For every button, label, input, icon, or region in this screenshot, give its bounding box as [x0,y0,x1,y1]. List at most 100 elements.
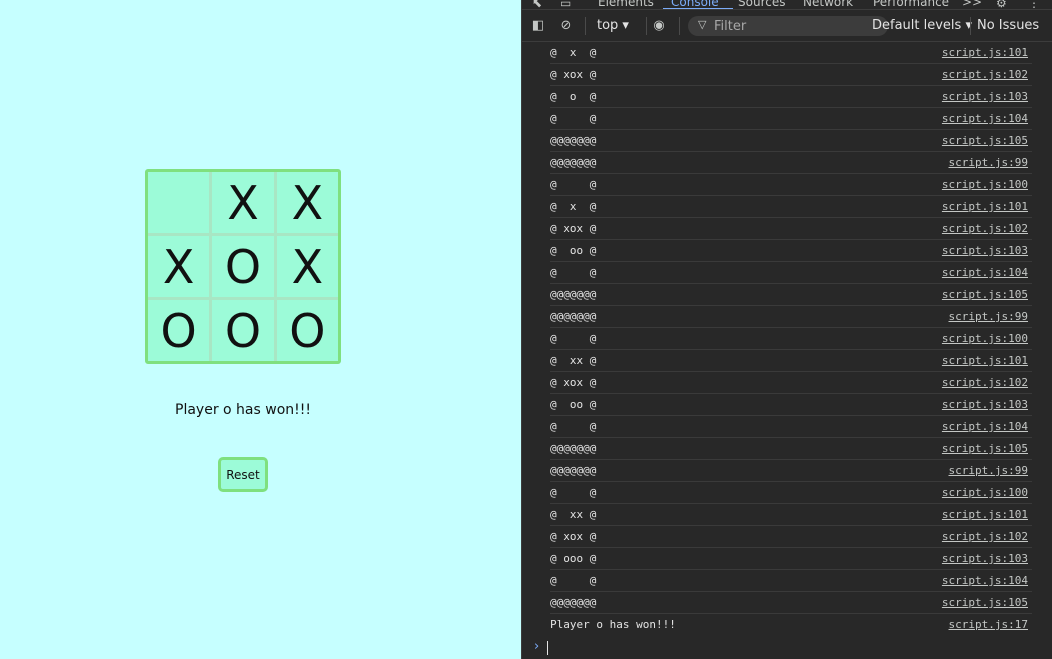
filter-input[interactable] [714,18,879,34]
console-source-link[interactable]: script.js:100 [942,178,1028,191]
board-cell[interactable] [148,172,210,233]
console-source-link[interactable]: script.js:104 [942,112,1028,125]
console-message: @ xx @ script.js:101 [550,350,1032,372]
more-tabs-button[interactable]: >> [962,0,982,9]
console-source-link[interactable]: script.js:104 [942,420,1028,433]
console-message: @@@@@@@ script.js:99 [550,460,1032,482]
console-source-link[interactable]: script.js:104 [942,266,1028,279]
game-board: X X X O X O O O [145,169,341,364]
console-source-link[interactable]: script.js:100 [942,486,1028,499]
filter-box[interactable]: ▽ [688,16,888,36]
console-output: @ x @ script.js:101 @ xox @ script.js:102 @ … [522,42,1052,659]
console-message-text: @ @ [550,574,597,587]
console-message-text: @@@@@@@ [550,596,597,609]
console-message: @@@@@@@ script.js:105 [550,284,1032,306]
board-cell[interactable]: O [276,300,338,361]
board-cell[interactable]: X [212,172,274,233]
console-message-text: @ @ [550,178,597,191]
issues-counter[interactable]: No Issues [977,18,1039,33]
console-message: @ xox @ script.js:102 [550,64,1032,86]
board-cell[interactable]: X [276,236,338,297]
device-toggle-icon[interactable]: ▭ [560,0,571,9]
console-source-link[interactable]: script.js:102 [942,68,1028,81]
console-message-text: @ oo @ [550,398,597,411]
more-options-icon[interactable]: ⋮ [1028,0,1040,9]
console-source-link[interactable]: script.js:103 [942,244,1028,257]
context-selector[interactable]: top ▾ [597,18,629,33]
console-message-text: Player o has won!!! [550,618,676,631]
live-expression-eye-icon[interactable]: ◉ [651,18,667,34]
console-message: @ @ script.js:104 [550,570,1032,592]
console-message-text: @ @ [550,420,597,433]
console-message: @ x @ script.js:101 [550,196,1032,218]
console-message: @ oo @ script.js:103 [550,394,1032,416]
tab-elements[interactable]: Elements [598,0,654,9]
console-message: @ @ script.js:100 [550,174,1032,196]
console-message-text: @ o @ [550,90,597,103]
console-message: @@@@@@@ script.js:105 [550,130,1032,152]
console-message: @ ooo @ script.js:103 [550,548,1032,570]
reset-button[interactable]: Reset [218,457,268,492]
inspect-icon[interactable]: ⬉ [532,0,542,9]
board-cell[interactable]: O [212,236,274,297]
console-message-text: @@@@@@@ [550,310,597,323]
board-cell[interactable]: O [212,300,274,361]
console-message-text: @ @ [550,266,597,279]
board-cell[interactable]: X [148,236,210,297]
console-source-link[interactable]: script.js:103 [942,552,1028,565]
console-source-link[interactable]: script.js:17 [949,618,1028,631]
toolbar-divider [679,17,680,35]
console-message-text: @ @ [550,486,597,499]
console-message-text: @ x @ [550,46,597,59]
tab-network[interactable]: Network [803,0,853,9]
console-message: @ x @ script.js:101 [550,42,1032,64]
game-page: X X X O X O O O Player o has won!!! Rese… [0,0,521,659]
console-message: @ xox @ script.js:102 [550,526,1032,548]
console-source-link[interactable]: script.js:99 [949,156,1028,169]
console-input-caret[interactable] [547,641,548,655]
console-source-link[interactable]: script.js:105 [942,134,1028,147]
console-source-link[interactable]: script.js:105 [942,442,1028,455]
console-source-link[interactable]: script.js:102 [942,222,1028,235]
devtools-panel: ⬉ ▭ Elements Console Sources Network Per… [521,0,1052,659]
console-message-text: @ @ [550,332,597,345]
console-source-link[interactable]: script.js:104 [942,574,1028,587]
console-source-link[interactable]: script.js:102 [942,376,1028,389]
console-source-link[interactable]: script.js:102 [942,530,1028,543]
console-message: @ xx @ script.js:101 [550,504,1032,526]
console-source-link[interactable]: script.js:101 [942,46,1028,59]
console-message-text: @ xox @ [550,68,597,81]
console-source-link[interactable]: script.js:103 [942,90,1028,103]
console-message: @ xox @ script.js:102 [550,372,1032,394]
console-toolbar: ◧ ⊘ top ▾ ◉ ▽ Default levels ▾ No Issues [522,10,1052,42]
console-message-text: @ xox @ [550,222,597,235]
devtools-tabbar: ⬉ ▭ Elements Console Sources Network Per… [522,0,1052,10]
console-message: @ @ script.js:100 [550,482,1032,504]
console-message: @ @ script.js:104 [550,262,1032,284]
console-message: @ @ script.js:104 [550,108,1032,130]
console-message: @ xox @ script.js:102 [550,218,1032,240]
console-source-link[interactable]: script.js:105 [942,288,1028,301]
console-source-link[interactable]: script.js:101 [942,508,1028,521]
console-source-link[interactable]: script.js:103 [942,398,1028,411]
sidebar-toggle-icon[interactable]: ◧ [530,18,546,34]
settings-icon[interactable]: ⚙ [996,0,1007,9]
log-levels-dropdown[interactable]: Default levels ▾ [872,18,972,33]
console-message-text: @ @ [550,112,597,125]
board-cell[interactable]: X [276,172,338,233]
console-source-link[interactable]: script.js:99 [949,464,1028,477]
console-source-link[interactable]: script.js:105 [942,596,1028,609]
tab-performance[interactable]: Performance [873,0,949,9]
console-source-link[interactable]: script.js:99 [949,310,1028,323]
console-source-link[interactable]: script.js:101 [942,200,1028,213]
console-source-link[interactable]: script.js:100 [942,332,1028,345]
console-message-text: @ xox @ [550,530,597,543]
console-prompt-icon: › [534,639,540,654]
toolbar-divider [646,17,647,35]
board-cell[interactable]: O [148,300,210,361]
tab-sources[interactable]: Sources [738,0,785,9]
console-source-link[interactable]: script.js:101 [942,354,1028,367]
clear-console-icon[interactable]: ⊘ [558,18,574,34]
console-message: @ oo @ script.js:103 [550,240,1032,262]
console-message: @@@@@@@ script.js:99 [550,152,1032,174]
